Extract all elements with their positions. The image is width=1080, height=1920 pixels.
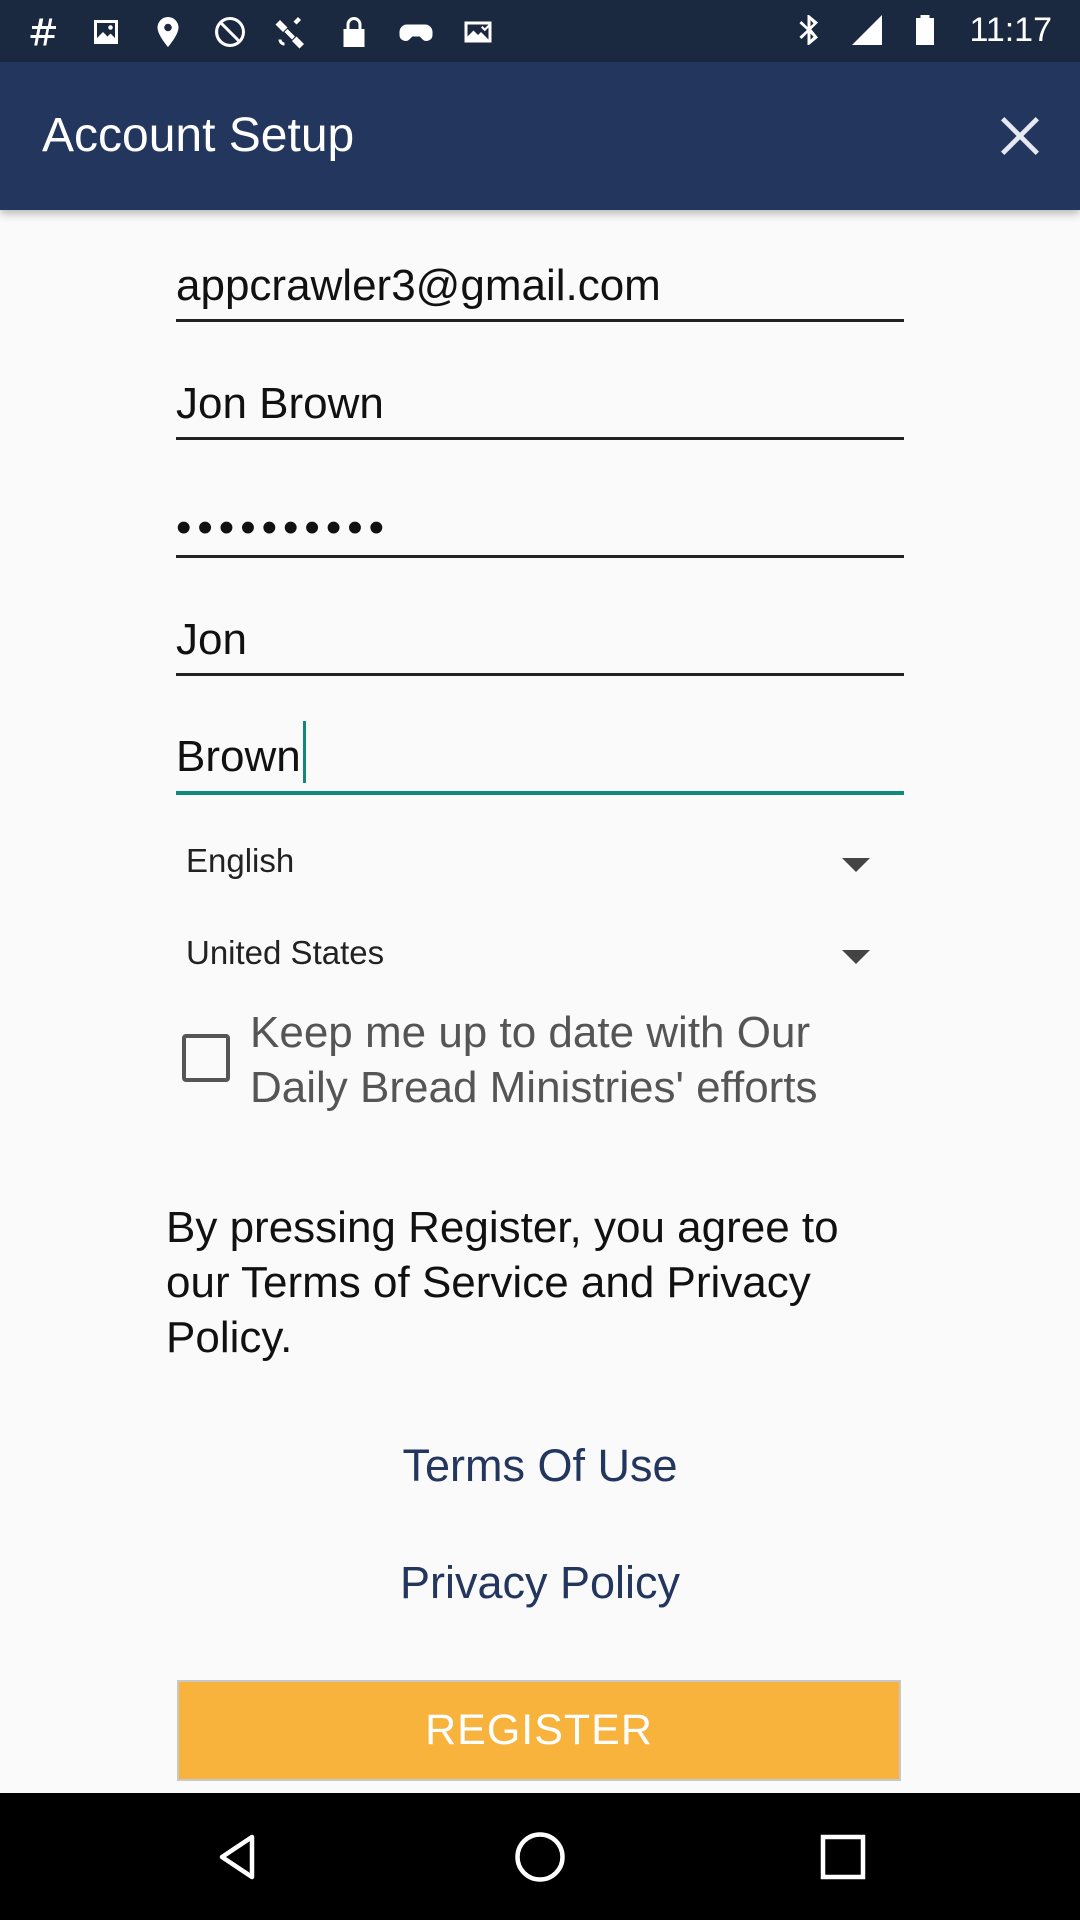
- home-button[interactable]: [504, 1821, 576, 1893]
- home-icon: [515, 1832, 565, 1882]
- battery-icon: [905, 10, 945, 50]
- game-icon: [396, 12, 436, 52]
- status-bar: 11:17: [0, 0, 1080, 62]
- privacy-policy-link[interactable]: Privacy Policy: [0, 1557, 1080, 1609]
- image-icon: [86, 12, 126, 52]
- country-select[interactable]: United States: [186, 924, 886, 984]
- close-icon: [1000, 116, 1040, 156]
- close-button[interactable]: [982, 98, 1058, 174]
- last-name-text: Brown: [176, 732, 301, 781]
- status-time: 11:17: [969, 10, 1052, 49]
- agreement-text: By pressing Register, you agree to our T…: [166, 1203, 839, 1362]
- first-name-value: Jon: [176, 615, 247, 664]
- register-button[interactable]: REGISTER: [177, 1680, 901, 1781]
- language-select[interactable]: English: [186, 832, 886, 892]
- language-value: English: [186, 842, 295, 879]
- notification-icons: [24, 12, 498, 52]
- app-bar: Account Setup: [0, 62, 1080, 210]
- recents-button[interactable]: [807, 1821, 879, 1893]
- display-name-field[interactable]: Jon Brown: [176, 372, 904, 440]
- bluetooth-icon: [789, 10, 829, 50]
- password-field[interactable]: ••••••••••: [176, 490, 904, 558]
- email-field[interactable]: appcrawler3@gmail.com: [176, 254, 904, 322]
- last-name-value: Brown: [176, 721, 306, 783]
- block-icon: [210, 12, 250, 52]
- hashtag-icon: [24, 12, 64, 52]
- newsletter-checkbox[interactable]: [182, 1034, 230, 1082]
- fake-gps-icon: [148, 12, 188, 52]
- first-name-field[interactable]: Jon: [176, 608, 904, 676]
- photo-check-icon: [458, 12, 498, 52]
- newsletter-label[interactable]: Keep me up to date with Our Daily Bread …: [250, 1005, 890, 1115]
- lock-icon: [334, 12, 374, 52]
- last-name-field[interactable]: Brown: [176, 721, 904, 795]
- dropdown-arrow-icon: [842, 858, 870, 872]
- back-icon: [219, 1834, 255, 1880]
- back-button[interactable]: [201, 1821, 273, 1893]
- email-value: appcrawler3@gmail.com: [176, 261, 661, 310]
- display-name-value: Jon Brown: [176, 379, 384, 428]
- signal-icon: [847, 10, 887, 50]
- password-value: ••••••••••: [176, 503, 391, 552]
- system-icons: 11:17: [789, 10, 1052, 50]
- country-value: United States: [186, 934, 385, 971]
- text-cursor: [302, 721, 306, 783]
- page-title: Account Setup: [42, 109, 355, 162]
- navigation-bar: [0, 1793, 1080, 1920]
- satellite-icon: [272, 12, 312, 52]
- terms-of-use-link[interactable]: Terms Of Use: [0, 1440, 1080, 1492]
- recents-icon: [820, 1834, 866, 1880]
- dropdown-arrow-icon: [842, 950, 870, 964]
